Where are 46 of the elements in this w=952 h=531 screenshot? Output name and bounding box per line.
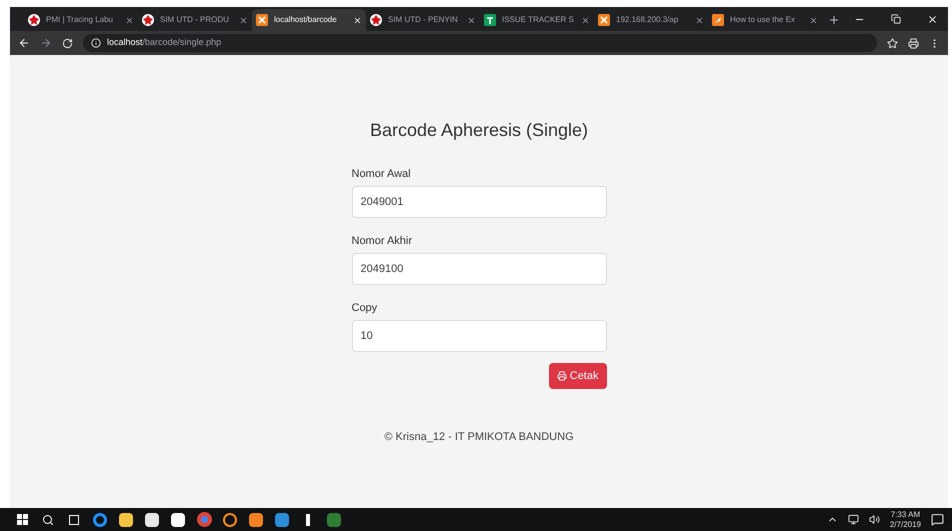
notification-icon[interactable] [931,513,944,526]
tab-title: How to use the Ex [730,14,796,26]
restore-icon[interactable] [891,14,901,24]
printer-icon [556,371,567,381]
browser-tab[interactable]: SIM UTD - PRODU [138,9,252,31]
tab-title: PMI | Tracing Labu [46,14,114,26]
print-button[interactable]: Cetak [548,363,606,389]
bookmark-icon[interactable] [887,38,898,48]
forward-icon[interactable] [40,37,52,49]
reload-icon[interactable] [62,38,73,48]
input-field[interactable]: 2049001 [352,186,606,218]
close-icon[interactable] [467,16,476,24]
field-label: Nomor Akhir [352,234,414,248]
browser-tab[interactable]: localhost/barcode [252,9,366,31]
tab-title: ISSUE TRACKER S [502,14,575,26]
field-label: Nomor Awal [352,167,412,181]
tab-title: SIM UTD - PENYIN [388,14,459,26]
back-icon[interactable] [18,37,30,49]
volume-icon[interactable] [868,514,880,525]
network-icon[interactable] [848,514,859,525]
footer-text: © Krisna_12 - IT PMIKOTA BANDUNG [384,430,574,445]
browser-tab[interactable]: How to use the Ex [708,9,822,31]
browser-tab[interactable]: PMI | Tracing Labu [24,9,138,31]
flag-icon [712,14,724,26]
input-field[interactable]: 2049100 [352,253,606,285]
browser-tab[interactable]: SIM UTD - PENYIN [366,9,480,31]
browser-tab[interactable]: 192.168.200.3/ap [594,9,708,31]
new-tab-icon[interactable] [828,14,840,26]
close-icon[interactable] [809,16,818,24]
clock[interactable]: 7:33 AM 2/7/2019 [890,510,921,530]
tab-title: 192.168.200.3/ap [616,14,680,26]
close-icon[interactable] [927,14,938,24]
printer-icon[interactable] [908,38,919,48]
close-icon[interactable] [125,16,134,24]
browser-tab[interactable]: ISSUE TRACKER S [480,9,594,31]
close-icon[interactable] [695,16,704,24]
input-field[interactable]: 10 [352,320,606,352]
close-icon[interactable] [581,16,590,24]
field-label: Copy [352,301,378,315]
info-icon [91,38,101,48]
tab-title: localhost/barcode [274,14,338,26]
page-title: Barcode Apheresis (Single) [370,119,588,142]
tab-title: SIM UTD - PRODU [160,14,230,26]
address-bar[interactable]: localhost/barcode/single.php [83,34,877,52]
close-icon[interactable] [239,16,248,24]
url-text: localhost/barcode/single.php [107,36,222,50]
